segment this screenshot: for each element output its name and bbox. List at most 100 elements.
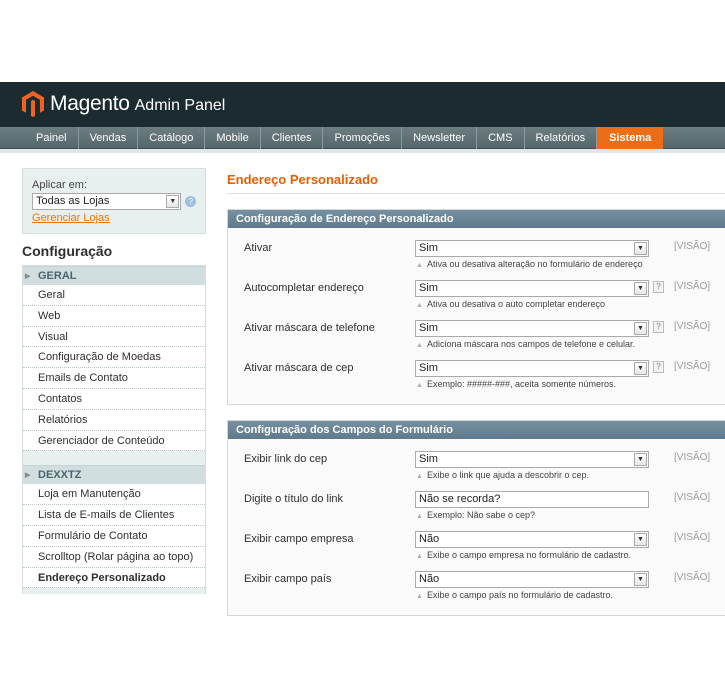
row-label: Digite o título do link <box>244 493 344 505</box>
store-select-value: Todas as Lojas <box>36 195 110 207</box>
sidebar-item-contatos[interactable]: Contatos <box>23 388 205 410</box>
select-value: Sim <box>419 322 438 334</box>
help-icon[interactable]: ? <box>653 281 664 293</box>
mascara-cep-select[interactable]: Sim ▼ <box>415 360 649 377</box>
group-dexxtz[interactable]: ▶ DEXXTZ <box>23 465 205 485</box>
sidebar-item-emails-contato[interactable]: Emails de Contato <box>23 368 205 389</box>
chevron-down-icon: ▼ <box>634 282 647 295</box>
scope-label: [VISÃO] <box>674 532 711 543</box>
nav-promocoes[interactable]: Promoções <box>323 127 403 149</box>
group-title: DEXXTZ <box>38 469 82 482</box>
manage-stores-link[interactable]: Gerenciar Lojas <box>32 212 196 224</box>
config-row: Ativar máscara de cep Sim ▼ ? [VISÃO] ▲ Ex… <box>228 358 725 398</box>
triangle-right-icon: ▶ <box>25 472 31 480</box>
store-select[interactable]: Todas as Lojas ▼ <box>32 193 182 210</box>
nav-cms[interactable]: CMS <box>477 127 525 149</box>
field-note: ▲ Exibe o campo país no formulário de cad… <box>416 590 613 600</box>
section-campos-formulario: Configuração dos Campos do Formulário Ex… <box>227 420 725 616</box>
help-icon[interactable]: ? <box>185 196 196 207</box>
scope-label: [VISÃO] <box>674 281 711 292</box>
store-switcher: Aplicar em: Todas as Lojas ▼ ? Gerenciar… <box>22 168 206 234</box>
sidebar-item-conteudo[interactable]: Gerenciador de Conteúdo <box>23 430 205 452</box>
section-endereco: Configuração de Endereço Personalizado A… <box>227 209 725 405</box>
nav-newsletter[interactable]: Newsletter <box>402 127 478 149</box>
mascara-telefone-select[interactable]: Sim ▼ <box>415 320 649 337</box>
field-note: ▲ Ativa ou desativa o auto completar ende… <box>416 299 605 309</box>
group-title: GERAL <box>38 270 77 282</box>
sidebar-item-manutencao[interactable]: Loja em Manutenção <box>23 484 205 506</box>
row-label: Ativar máscara de cep <box>244 362 354 374</box>
main-nav: Painel Vendas Catálogo Mobile Clientes P… <box>0 127 725 149</box>
campo-empresa-select[interactable]: Não ▼ <box>415 531 649 548</box>
select-value: Sim <box>419 362 438 374</box>
campo-pais-select[interactable]: Não ▼ <box>415 571 649 588</box>
scope-label: [VISÃO] <box>674 241 711 252</box>
field-note: ▲ Exibe o campo empresa no formulário de … <box>416 550 631 560</box>
nav-sistema[interactable]: Sistema <box>597 127 664 149</box>
link-cep-select[interactable]: Sim ▼ <box>415 451 649 468</box>
config-row: Exibir campo empresa Não ▼ [VISÃO] ▲ Exibe… <box>228 529 725 569</box>
field-note: ▲ Ativa ou desativa alteração no formulár… <box>416 259 643 269</box>
sidebar-item-geral[interactable]: Geral <box>23 285 205 306</box>
link-title-input[interactable]: Não se recorda? <box>415 491 649 508</box>
note-arrow-icon: ▲ <box>416 593 423 600</box>
field-note: ▲ Exibe o link que ajuda a descobrir o ce… <box>416 470 589 480</box>
help-icon[interactable]: ? <box>653 361 664 373</box>
note-text: Exibe o link que ajuda a descobrir o cep… <box>426 470 590 480</box>
help-icon[interactable]: ? <box>653 321 664 333</box>
sidebar-item-visual[interactable]: Visual <box>23 326 205 348</box>
sidebar-item-web[interactable]: Web <box>23 305 205 327</box>
sidebar-item-endereco-personalizado[interactable]: Endereço Personalizado <box>23 567 205 589</box>
sidebar-item-relatorios[interactable]: Relatórios <box>23 409 205 431</box>
row-label: Exibir link do cep <box>244 453 328 465</box>
note-arrow-icon: ▲ <box>416 342 423 349</box>
sidebar-item-moedas[interactable]: Configuração de Moedas <box>23 347 205 369</box>
note-text: Ativa ou desativa o auto completar ender… <box>426 299 606 309</box>
nav-shadow <box>0 149 725 153</box>
config-row: Ativar Sim ▼ [VISÃO] ▲ Ativa ou desativa a… <box>228 238 725 278</box>
magento-logo-icon <box>22 91 44 117</box>
chevron-down-icon: ▼ <box>634 362 647 375</box>
scope-label: [VISÃO] <box>674 572 711 583</box>
nav-painel[interactable]: Painel <box>25 127 79 149</box>
group-geral[interactable]: ▶ GERAL <box>23 266 205 285</box>
field-note: ▲ Exemplo: #####-###, aceita somente núme… <box>416 379 616 389</box>
section-header[interactable]: Configuração de Endereço Personalizado <box>228 210 725 228</box>
note-text: Exibe o campo país no formulário de cada… <box>426 590 614 600</box>
page-title: Endereço Personalizado <box>227 172 725 194</box>
row-label: Exibir campo país <box>244 573 332 585</box>
select-value: Sim <box>419 282 438 294</box>
ativar-select[interactable]: Sim ▼ <box>415 240 649 257</box>
sidebar-item-scrolltop[interactable]: Scrolltop (Rolar página ao topo) <box>23 546 205 568</box>
section-header[interactable]: Configuração dos Campos do Formulário <box>228 421 725 439</box>
scope-label: [VISÃO] <box>674 361 711 372</box>
autocompletar-select[interactable]: Sim ▼ <box>415 280 649 297</box>
select-value: Sim <box>419 453 438 465</box>
nav-mobile[interactable]: Mobile <box>205 127 261 149</box>
chevron-down-icon: ▼ <box>634 453 647 466</box>
config-title: Configuração <box>22 234 206 266</box>
row-label: Ativar máscara de telefone <box>244 322 375 334</box>
nav-vendas[interactable]: Vendas <box>79 127 139 149</box>
nav-relatorios[interactable]: Relatórios <box>525 127 598 149</box>
magento-logo[interactable]: Magento Admin Panel <box>22 91 225 117</box>
note-arrow-icon: ▲ <box>416 513 423 520</box>
chevron-down-icon: ▼ <box>634 573 647 586</box>
note-arrow-icon: ▲ <box>416 262 423 269</box>
sidebar-item-formulario-contato[interactable]: Formulário de Contato <box>23 525 205 547</box>
note-text: Exemplo: #####-###, aceita somente númer… <box>426 379 617 389</box>
config-row: Autocompletar endereço Sim ▼ ? [VISÃO] ▲ A… <box>228 278 725 318</box>
note-text: Adiciona máscara nos campos de telefone … <box>426 339 636 349</box>
nav-clientes[interactable]: Clientes <box>261 127 324 149</box>
field-note: ▲ Exemplo: Não sabe o cep? <box>416 510 535 520</box>
brand-subtitle: Admin Panel <box>134 96 226 114</box>
row-label: Autocompletar endereço <box>244 282 364 294</box>
sidebar: Aplicar em: Todas as Lojas ▼ ? Gerenciar… <box>22 168 206 595</box>
select-value: Sim <box>419 242 438 254</box>
note-arrow-icon: ▲ <box>416 553 423 560</box>
chevron-down-icon: ▼ <box>634 533 647 546</box>
note-arrow-icon: ▲ <box>416 382 423 389</box>
sidebar-item-lista-emails[interactable]: Lista de E-mails de Clientes <box>23 505 205 526</box>
nav-catalogo[interactable]: Catálogo <box>138 127 206 149</box>
brand-name: Magento <box>50 92 130 115</box>
